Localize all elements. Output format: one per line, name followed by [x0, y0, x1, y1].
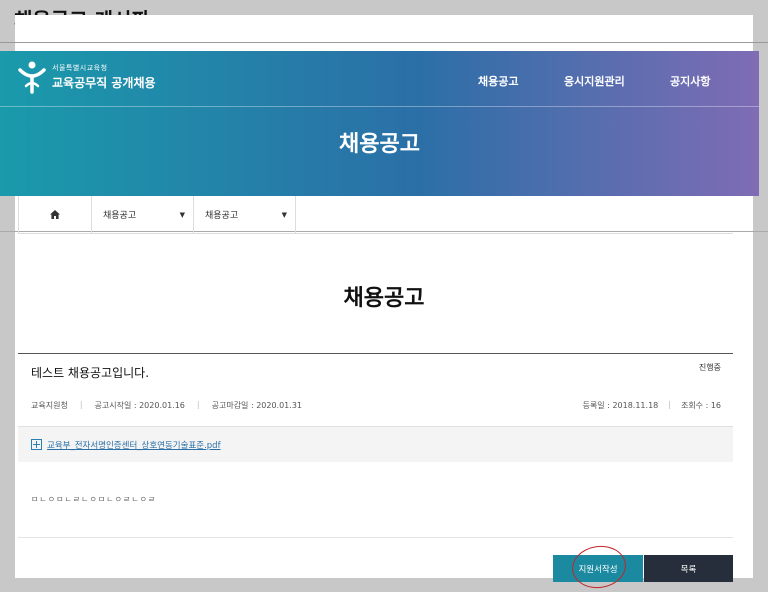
caret-down-icon: ▼ [179, 210, 185, 219]
nav-jobs[interactable]: 채용공고 [478, 73, 518, 89]
apply-button[interactable]: 지원서작성 [553, 555, 643, 582]
meta-separator: | [196, 400, 200, 409]
hero-title: 채용공고 [339, 132, 420, 157]
post-views: 조회수 : 16 [680, 401, 721, 410]
logo-title: 교육공무직 공개채용 [52, 76, 156, 90]
content-title: 채용공고 [343, 286, 425, 311]
post-detail: 테스트 채용공고입니다. 진행중 교육지원청 | 공고시작일 : 2020.01… [18, 353, 733, 538]
post-start-date: 공고시작일 : 2020.01.16 [94, 401, 185, 410]
header-divider [0, 106, 759, 107]
breadcrumb-select-2[interactable]: 채용공고 ▼ [194, 196, 296, 233]
meta-separator: | [79, 400, 83, 409]
logo-icon [18, 61, 46, 94]
breadcrumb-select-2-label: 채용공고 [205, 211, 239, 221]
logo-subtitle: 서울특별시교육청 [52, 64, 108, 72]
post-registered-date: 등록일 : 2018.11.18 [582, 401, 659, 410]
status-badge: 진행중 [698, 363, 721, 372]
list-button[interactable]: 목록 [644, 555, 733, 582]
attachment-link[interactable]: 교육부_전자서명인증센터_상호연동기술표준.pdf [47, 439, 221, 451]
breadcrumb: 채용공고 ▼ 채용공고 ▼ [18, 196, 733, 234]
site-header: 서울특별시교육청 교육공무직 공개채용 채용공고 응시지원관리 공지사항 채용공… [0, 51, 759, 196]
post-end-date: 공고마감일 : 2020.01.31 [211, 401, 302, 410]
post-meta: 교육지원청 | 공고시작일 : 2020.01.16 | 공고마감일 : 202… [31, 400, 302, 411]
site-logo[interactable]: 서울특별시교육청 교육공무직 공개채용 [18, 60, 156, 94]
post-meta-right: 등록일 : 2018.11.18 | 조회수 : 16 [583, 400, 721, 411]
post-organization: 교육지원청 [31, 401, 68, 410]
breadcrumb-select-1[interactable]: 채용공고 ▼ [92, 196, 194, 233]
attachment-download-icon[interactable] [31, 439, 42, 450]
meta-separator: | [668, 400, 671, 409]
home-icon [50, 210, 60, 219]
post-title: 테스트 채용공고입니다. [31, 366, 150, 380]
nav-application[interactable]: 응시지원관리 [564, 73, 625, 89]
attachment-row: 교육부_전자서명인증센터_상호연동기술표준.pdf [18, 426, 733, 462]
caret-down-icon: ▼ [281, 210, 287, 219]
breadcrumb-select-1-label: 채용공고 [103, 211, 137, 221]
breadcrumb-home[interactable] [18, 196, 92, 233]
post-body: ㅁㄴㅇㅁㄴㄹㄴㅇㅁㄴㅇㄹㄴㅇㄹ [31, 495, 157, 504]
nav-notice[interactable]: 공지사항 [670, 73, 710, 89]
